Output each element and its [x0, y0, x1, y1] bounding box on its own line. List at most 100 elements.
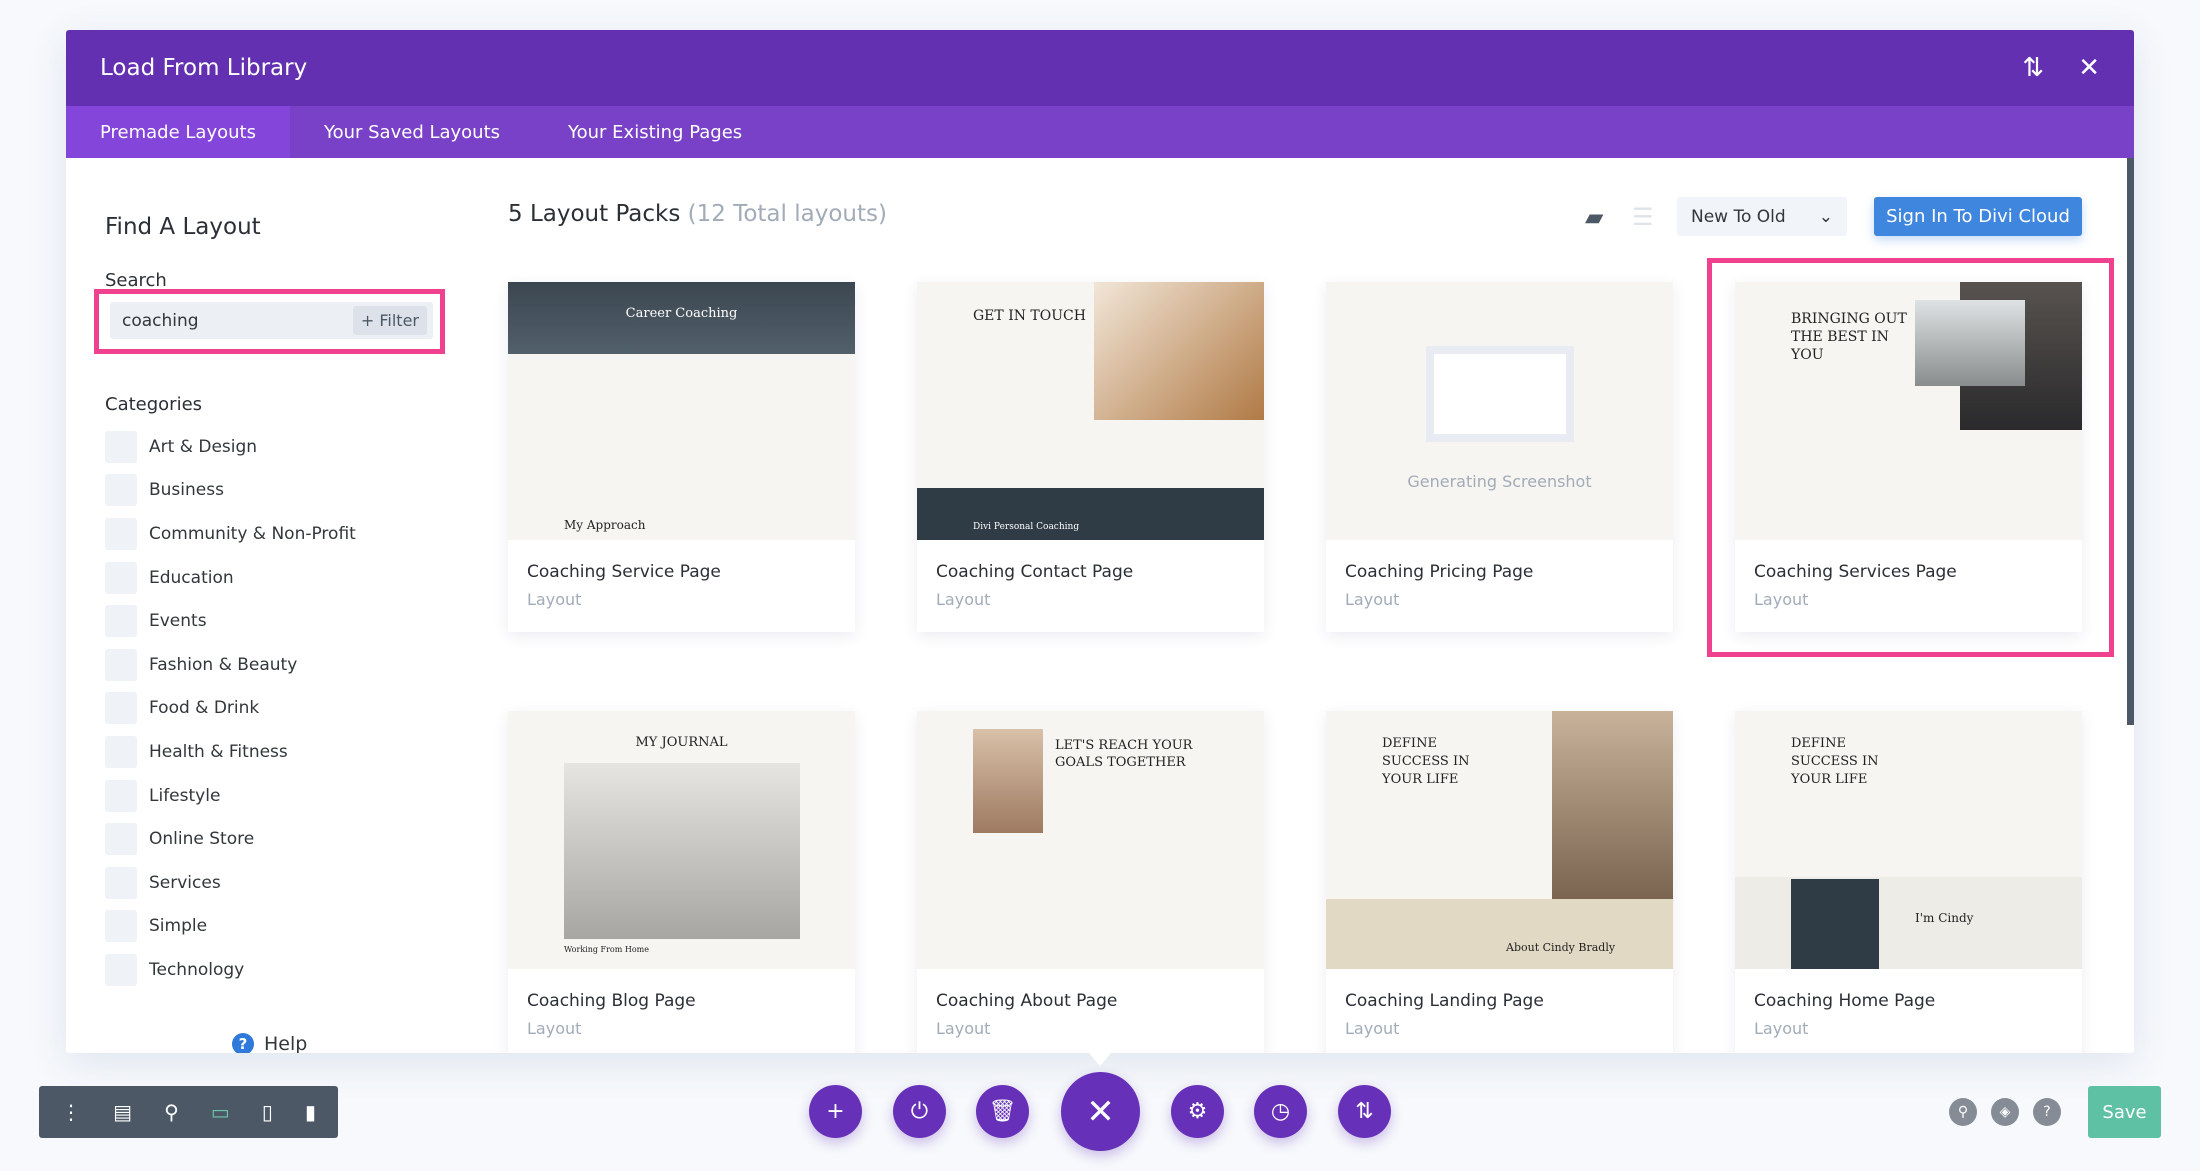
grid-view-icon[interactable]: ▰ [1585, 197, 1603, 236]
layout-type: Layout [527, 590, 582, 609]
category-item[interactable]: Business [105, 469, 356, 513]
sort-select[interactable]: New To Old ⌄ [1677, 197, 1847, 236]
category-label: Health & Fitness [149, 741, 288, 762]
layout-type: Layout [936, 590, 991, 609]
category-item[interactable]: Simple [105, 905, 356, 949]
category-item[interactable]: Community & Non-Profit [105, 512, 356, 556]
filter-button[interactable]: + Filter [352, 306, 427, 335]
sidebar: Find A Layout Search [105, 158, 445, 291]
tablet-icon[interactable]: ▯ [262, 1100, 273, 1124]
add-icon[interactable]: + [809, 1085, 862, 1138]
category-checkbox[interactable] [105, 779, 137, 812]
layout-title: Coaching Blog Page [527, 991, 696, 1011]
category-item[interactable]: Food & Drink [105, 687, 356, 731]
layers-icon[interactable]: ◈ [1991, 1098, 2019, 1126]
layout-card[interactable]: MY JOURNAL Working From Home Coaching Blog… [508, 711, 855, 1053]
category-checkbox[interactable] [105, 910, 137, 943]
category-checkbox[interactable] [105, 866, 137, 899]
layout-title: Coaching Service Page [527, 562, 721, 582]
thumb-sub: About Cindy Bradly [1506, 941, 1616, 954]
layout-type: Layout [1754, 1019, 1809, 1038]
more-icon[interactable]: ⋮ [61, 1100, 81, 1124]
modal-header: Load From Library ⇅ ✕ [66, 30, 2134, 106]
thumb-text: LET'S REACH YOUR GOALS TOGETHER [1055, 738, 1193, 770]
layout-type: Layout [936, 1019, 991, 1038]
layout-thumbnail[interactable]: GET IN TOUCH Divi Personal Coaching [917, 282, 1264, 540]
portability-icon[interactable]: ⇅ [1338, 1085, 1391, 1138]
category-item[interactable]: Services [105, 861, 356, 905]
search-icon[interactable]: ⚲ [1949, 1098, 1977, 1126]
close-icon[interactable]: ✕ [2078, 53, 2100, 83]
layout-thumbnail[interactable]: DEFINE SUCCESS IN YOUR LIFE I'm Cindy [1735, 711, 2082, 969]
wireframe-icon[interactable]: ▤ [113, 1100, 132, 1124]
thumb-sub: My Approach [564, 518, 646, 532]
category-item[interactable]: Events [105, 599, 356, 643]
category-item[interactable]: Health & Fitness [105, 730, 356, 774]
category-label: Simple [149, 916, 208, 937]
category-checkbox[interactable] [105, 823, 137, 856]
layout-thumbnail[interactable]: Career Coaching My Approach [508, 282, 855, 540]
category-item[interactable]: Education [105, 556, 356, 600]
zoom-icon[interactable]: ⚲ [164, 1100, 179, 1124]
category-checkbox[interactable] [105, 474, 137, 507]
category-checkbox[interactable] [105, 953, 137, 986]
layout-title: Coaching Landing Page [1345, 991, 1544, 1011]
tab-existing-pages[interactable]: Your Existing Pages [534, 106, 776, 158]
load-from-library-modal: Load From Library ⇅ ✕ Premade Layouts Yo… [66, 30, 2134, 1053]
layout-count: 5 Layout Packs (12 Total layouts) [508, 201, 887, 227]
category-item[interactable]: Online Store [105, 817, 356, 861]
help-icon[interactable]: ? [2033, 1098, 2061, 1126]
thumb-text: DEFINE SUCCESS IN YOUR LIFE [1382, 736, 1470, 787]
layout-type: Layout [1345, 1019, 1400, 1038]
close-builder-icon[interactable]: ✕ [1061, 1072, 1140, 1151]
layout-thumbnail[interactable]: Generating Screenshot [1326, 282, 1673, 540]
power-icon[interactable]: ⏻ [893, 1085, 946, 1138]
layout-type: Layout [1345, 590, 1400, 609]
trash-icon[interactable]: 🗑 [976, 1085, 1029, 1138]
desktop-icon[interactable]: ▭ [211, 1100, 230, 1124]
layout-title: Coaching About Page [936, 991, 1118, 1011]
tab-saved-layouts[interactable]: Your Saved Layouts [290, 106, 534, 158]
category-label: Education [149, 567, 234, 588]
thumb-text: DEFINE SUCCESS IN YOUR LIFE [1791, 736, 1879, 787]
save-button[interactable]: Save [2088, 1086, 2161, 1138]
category-checkbox[interactable] [105, 561, 137, 594]
scrollbar[interactable] [2127, 158, 2134, 725]
category-item[interactable]: Fashion & Beauty [105, 643, 356, 687]
tab-premade-layouts[interactable]: Premade Layouts [66, 106, 290, 158]
help-link[interactable]: ? Help [232, 1033, 307, 1053]
layout-thumbnail[interactable]: LET'S REACH YOUR GOALS TOGETHER [917, 711, 1264, 969]
category-checkbox[interactable] [105, 517, 137, 550]
history-icon[interactable]: ◷ [1254, 1085, 1307, 1138]
layout-card[interactable]: GET IN TOUCH Divi Personal Coaching Coachi… [917, 282, 1264, 632]
layout-thumbnail[interactable]: DEFINE SUCCESS IN YOUR LIFE About Cindy B… [1326, 711, 1673, 969]
category-checkbox[interactable] [105, 430, 137, 463]
sort-icon[interactable]: ⇅ [2022, 53, 2044, 83]
layout-thumbnail[interactable]: MY JOURNAL Working From Home [508, 711, 855, 969]
category-label: Community & Non-Profit [149, 523, 356, 544]
gear-icon[interactable]: ⚙ [1171, 1085, 1224, 1138]
selection-highlight [1707, 258, 2114, 657]
search-input[interactable]: coaching + Filter [110, 302, 433, 339]
category-list: Art & Design Business Community & Non-Prof… [105, 425, 356, 992]
category-label: Fashion & Beauty [149, 654, 298, 675]
category-item[interactable]: Art & Design [105, 425, 356, 469]
category-checkbox[interactable] [105, 692, 137, 725]
layout-card[interactable]: LET'S REACH YOUR GOALS TOGETHER Coaching … [917, 711, 1264, 1053]
help-label: Help [264, 1033, 308, 1053]
layout-card[interactable]: DEFINE SUCCESS IN YOUR LIFE About Cindy B… [1326, 711, 1673, 1053]
category-item[interactable]: Technology [105, 948, 356, 992]
search-label: Search [105, 270, 167, 291]
layout-card[interactable]: Career Coaching My Approach Coaching Servi… [508, 282, 855, 632]
category-checkbox[interactable] [105, 605, 137, 638]
layout-card[interactable]: Generating Screenshot Coaching Pricing Pa… [1326, 282, 1673, 632]
sign-in-divi-cloud-button[interactable]: Sign In To Divi Cloud [1874, 197, 2082, 236]
category-item[interactable]: Lifestyle [105, 774, 356, 818]
thumb-text: MY JOURNAL [635, 735, 728, 750]
category-checkbox[interactable] [105, 648, 137, 681]
layout-card[interactable]: DEFINE SUCCESS IN YOUR LIFE I'm Cindy Coac… [1735, 711, 2082, 1053]
tab-bar: Premade Layouts Your Saved Layouts Your … [66, 106, 2134, 158]
phone-icon[interactable]: ▮ [305, 1100, 316, 1124]
category-checkbox[interactable] [105, 735, 137, 768]
list-view-icon[interactable]: ☰ [1632, 197, 1654, 236]
